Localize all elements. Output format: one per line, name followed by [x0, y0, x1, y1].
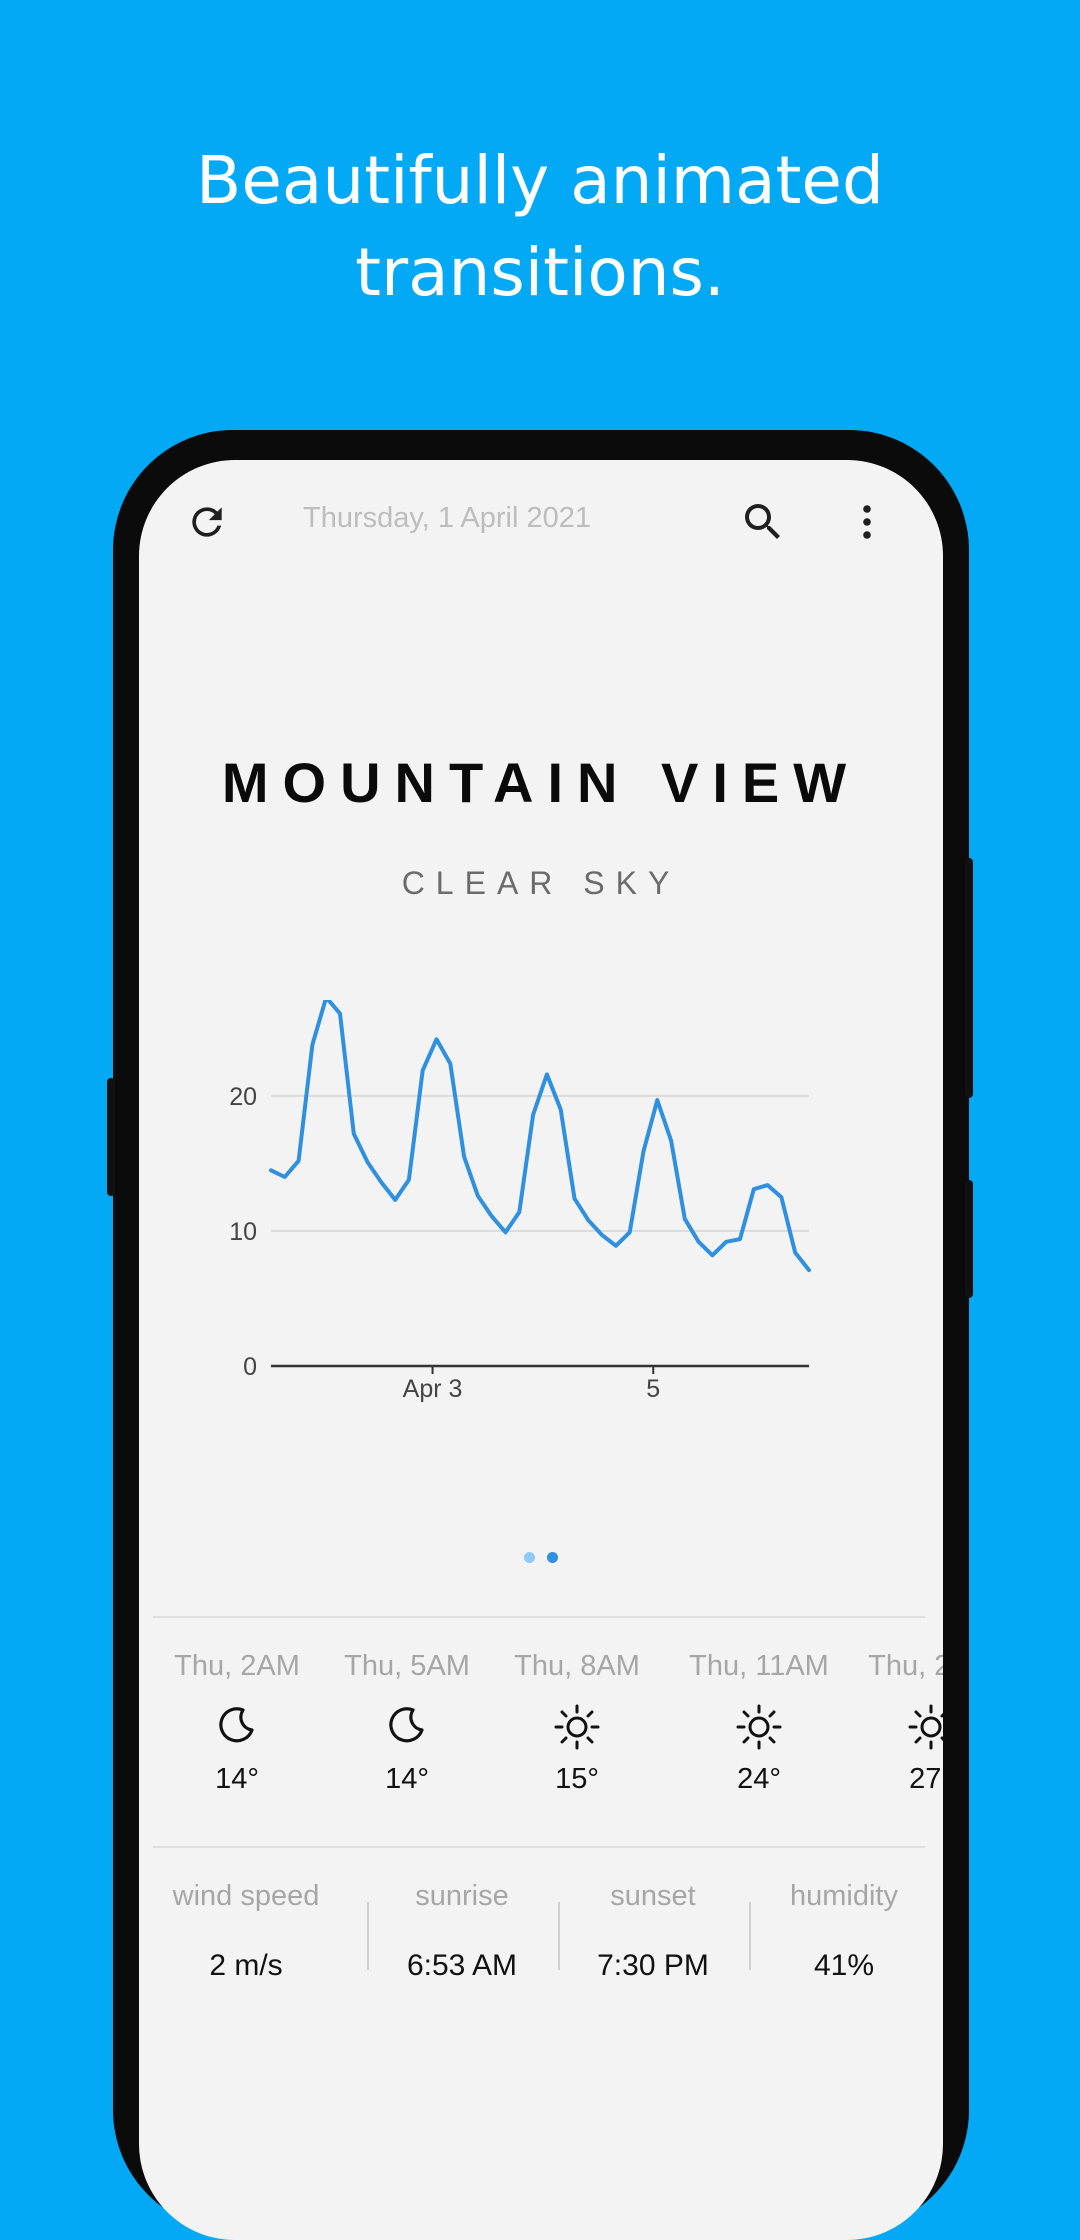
hour-temp: 27° — [909, 1763, 943, 1795]
city-name: MOUNTAIN VIEW — [221, 751, 861, 814]
detail-value: 2 m/s — [209, 1949, 283, 1982]
page-dot-1[interactable] — [524, 1552, 535, 1563]
x-tick-label: Apr 3 — [403, 1375, 463, 1403]
hour-item[interactable]: Thu, 2AM 14° — [157, 1650, 317, 1796]
date-label: Thursday, 1 April 2021 — [302, 502, 592, 534]
hour-item[interactable]: Thu, 5AM 14° — [327, 1650, 487, 1796]
app-screen: Thursday, 1 April 2021 MOUNTAIN VIEW CLE… — [139, 460, 943, 2240]
hour-temp: 14° — [215, 1763, 259, 1795]
divider-top — [153, 1616, 925, 1618]
phone-left-button — [107, 1078, 115, 1196]
hour-item[interactable]: Thu, 8AM 15° — [497, 1650, 657, 1796]
x-tick-label: 5 — [646, 1375, 660, 1403]
hour-temp: 14° — [385, 1763, 429, 1795]
page-indicator — [139, 1550, 943, 1568]
hour-time: Thu, 11AM — [689, 1650, 829, 1682]
divider-bottom — [153, 1846, 925, 1848]
temperature-series-line — [269, 1000, 811, 1273]
headline-line-2: transitions. — [355, 234, 725, 311]
headline: Beautifully animated transitions. — [0, 135, 1080, 319]
y-tick-label: 0 — [243, 1353, 257, 1381]
sun-icon — [497, 1703, 657, 1750]
detail-sunrise: sunrise 6:53 AM — [367, 1880, 557, 1983]
refresh-icon — [192, 507, 222, 537]
detail-label: humidity — [790, 1880, 898, 1912]
hour-temp: 15° — [555, 1763, 599, 1795]
headline-line-1: Beautifully animated — [196, 142, 884, 219]
hour-item[interactable]: Thu, 11AM 24° — [679, 1650, 839, 1796]
moon-icon — [157, 1703, 317, 1747]
hour-temp: 24° — [737, 1763, 781, 1795]
detail-label: wind speed — [172, 1880, 320, 1912]
hour-time: Thu, 2AM — [174, 1650, 300, 1682]
hour-time: Thu, 5AM — [344, 1650, 470, 1682]
overflow-menu-button[interactable] — [843, 498, 891, 546]
detail-sunset: sunset 7:30 PM — [558, 1880, 748, 1983]
detail-value: 7:30 PM — [597, 1949, 709, 1982]
hour-time: Thu, 2PM — [868, 1650, 943, 1682]
y-tick-label: 20 — [229, 1083, 257, 1111]
detail-humidity: humidity 41% — [749, 1880, 939, 1983]
sun-icon — [851, 1703, 943, 1750]
phone-power-button — [965, 1180, 973, 1298]
y-tick-label: 10 — [229, 1218, 257, 1246]
hourly-forecast[interactable]: Thu, 2AM 14° Thu, 5AM 14° Thu, 8AM 15° T… — [139, 1650, 943, 1810]
hour-time: Thu, 8AM — [514, 1650, 640, 1682]
search-icon — [745, 504, 780, 539]
detail-value: 41% — [813, 1949, 875, 1982]
more-vert-icon — [863, 505, 871, 539]
search-button[interactable] — [739, 498, 787, 546]
temperature-chart: 0102030Apr 35 — [229, 1000, 811, 1403]
sun-icon — [679, 1703, 839, 1750]
phone-volume-button — [965, 858, 973, 1098]
hour-item[interactable]: Thu, 2PM 27° — [851, 1650, 943, 1796]
page-dot-2[interactable] — [547, 1552, 558, 1563]
weather-details: wind speed 2 m/s sunrise 6:53 AM sunset … — [139, 1880, 943, 2000]
detail-wind-speed: wind speed 2 m/s — [151, 1880, 341, 1983]
detail-value: 6:53 AM — [406, 1949, 518, 1982]
detail-label: sunset — [610, 1880, 696, 1912]
refresh-button[interactable] — [185, 500, 229, 544]
detail-label: sunrise — [415, 1880, 509, 1912]
moon-icon — [327, 1703, 487, 1747]
weather-condition: CLEAR SKY — [401, 865, 681, 901]
